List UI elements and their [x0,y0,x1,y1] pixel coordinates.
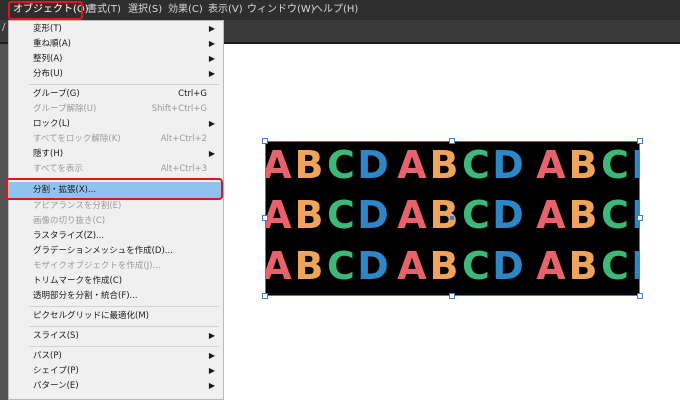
chevron-right-icon: ▶ [208,69,215,78]
tools-panel-edge [0,44,8,400]
menu-item-create-gradient-mesh[interactable]: グラデーションメッシュを作成(D)... [9,243,223,259]
selection-handle[interactable] [262,215,268,221]
menu-separator [29,306,219,307]
menu-object-highlight [8,1,83,20]
menu-item-align[interactable]: 整列(A) ▶ [9,51,223,67]
menu-item-crop-image[interactable]: 画像の切り抜き(C) [9,213,223,229]
menu-item-path[interactable]: パス(P) ▶ [9,348,223,364]
menu-item-flatten-transparency[interactable]: 透明部分を分割・統合(F)... [9,288,223,304]
chevron-right-icon: ▶ [208,54,215,63]
menu-separator [29,84,219,85]
menu-type[interactable]: 書式(T) [87,0,121,20]
menu-item-rasterize[interactable]: ラスタライズ(Z)... [9,228,223,244]
selection-handle[interactable] [262,293,268,299]
chevron-right-icon: ▶ [208,351,215,360]
menu-effect[interactable]: 効果(C) [168,0,203,20]
menu-item-make-pixel-perfect[interactable]: ピクセルグリッドに最適化(M) [9,308,223,324]
menu-window[interactable]: ウィンドウ(W) [247,0,315,20]
menu-item-arrange[interactable]: 重ね順(A) ▶ [9,36,223,52]
menu-select[interactable]: 選択(S) [128,0,162,20]
menu-item-transform[interactable]: 変形(T) ▶ [9,21,223,37]
chevron-right-icon: ▶ [208,366,215,375]
menu-item-slice[interactable]: スライス(S) ▶ [9,328,223,344]
menu-item-lock[interactable]: ロック(L) ▶ [9,116,223,132]
selection-handle[interactable] [637,293,643,299]
selection-handle[interactable] [449,293,455,299]
chevron-right-icon: ▶ [208,381,215,390]
menu-item-shape[interactable]: シェイプ(P) ▶ [9,363,223,379]
menu-item-create-trim-marks[interactable]: トリムマークを作成(C) [9,273,223,289]
selection-handle[interactable] [637,138,643,144]
menu-item-unlock-all[interactable]: すべてをロック解除(K) Alt+Ctrl+2 [9,131,223,147]
menu-item-distribute[interactable]: 分布(U) ▶ [9,66,223,82]
menu-item-create-mosaic[interactable]: モザイクオブジェクトを作成(J)... [9,258,223,274]
object-menu-dropdown: 変形(T) ▶ 重ね順(A) ▶ 整列(A) ▶ 分布(U) ▶ グループ(G) Ctrl… [8,20,224,400]
menu-item-pattern[interactable]: パターン(E) ▶ [9,378,223,394]
chevron-right-icon: ▶ [208,119,215,128]
selection-handle[interactable] [449,138,455,144]
chevron-right-icon: ▶ [208,39,215,48]
menu-item-expand-appearance[interactable]: アピアランスを分割(E) [9,198,223,214]
menu-item-ungroup[interactable]: グループ解除(U) Shift+Ctrl+G [9,101,223,117]
chevron-right-icon: ▶ [208,331,215,340]
menu-help[interactable]: ヘルプ(H) [313,0,358,20]
selection-handle[interactable] [262,138,268,144]
chevron-right-icon: ▶ [208,149,215,158]
expand-item-highlight [5,178,223,200]
menu-bar: オブジェクト(O) 書式(T) 選択(S) 効果(C) 表示(V) ウィンドウ(… [0,0,680,20]
menu-separator [29,326,219,327]
center-point [450,216,454,220]
menu-item-show-all[interactable]: すべてを表示 Alt+Ctrl+3 [9,161,223,177]
menu-item-group[interactable]: グループ(G) Ctrl+G [9,86,223,102]
selection-handle[interactable] [637,215,643,221]
chevron-right-icon: ▶ [208,24,215,33]
menu-separator [29,346,219,347]
menu-item-hide[interactable]: 隠す(H) ▶ [9,146,223,162]
menu-view[interactable]: 表示(V) [208,0,243,20]
